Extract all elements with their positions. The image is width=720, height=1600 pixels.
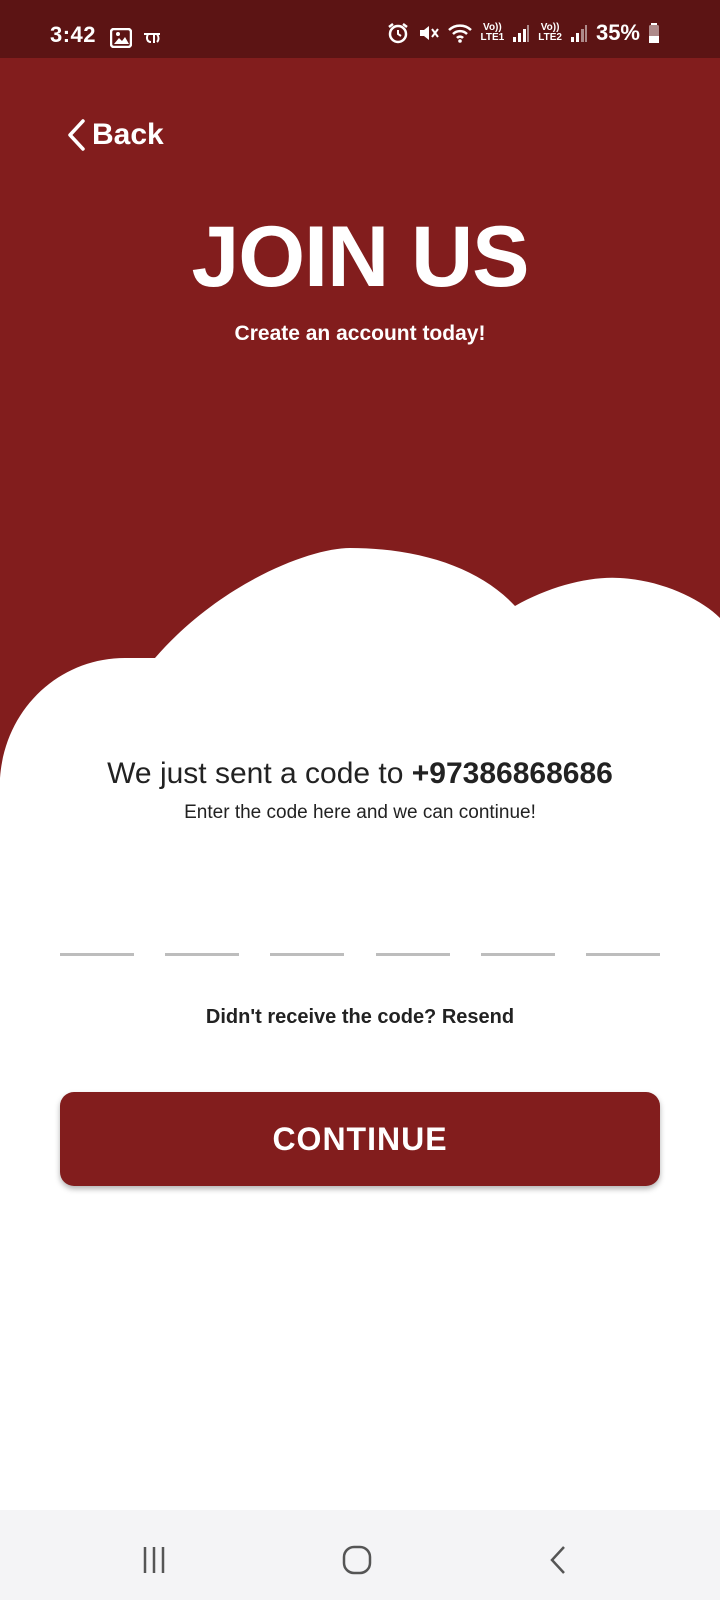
back-label: Back <box>92 118 164 151</box>
resend-row: Didn't receive the code? Resend <box>0 1006 720 1029</box>
system-nav-bar <box>0 1510 720 1600</box>
otp-digit-2[interactable] <box>165 903 240 956</box>
otp-digit-3[interactable] <box>270 903 345 956</box>
gallery-icon <box>110 28 132 48</box>
page-subtitle: Create an account today! <box>234 322 486 345</box>
resend-link[interactable]: Resend <box>442 1006 514 1028</box>
chevron-left-icon <box>68 119 85 151</box>
lte2-indicator: Vo)) LTE2 <box>538 22 562 43</box>
continue-button[interactable]: CONTINUE <box>60 1092 660 1186</box>
otp-input-group <box>60 903 660 956</box>
otp-digit-6[interactable] <box>585 903 660 956</box>
battery-percent: 35% <box>595 20 640 45</box>
signal-icon <box>570 25 587 42</box>
lte1-indicator: Vo)) LTE1 <box>480 22 505 43</box>
status-bar: 3:42 Vo)) LTE1 Vo)) LTE2 35% <box>0 0 720 58</box>
mute-icon <box>419 26 439 40</box>
resend-prompt: Didn't receive the code? <box>205 1006 442 1028</box>
header-banner <box>0 58 720 788</box>
status-time: 3:42 <box>50 22 97 47</box>
cloud-shape <box>0 548 720 788</box>
otp-digit-4[interactable] <box>375 903 450 956</box>
wifi-icon <box>447 24 472 43</box>
code-sent-heading: We just sent a code to +97386868686 <box>0 757 720 791</box>
otp-digit-5[interactable] <box>480 903 555 956</box>
home-icon <box>342 1545 372 1575</box>
recent-apps-icon <box>143 1547 165 1573</box>
app-notification-icon <box>144 33 160 43</box>
nav-back-button[interactable] <box>528 1540 588 1580</box>
otp-digit-1[interactable] <box>60 903 134 956</box>
home-button[interactable] <box>327 1540 387 1580</box>
signal-icon <box>513 25 530 42</box>
back-icon <box>550 1546 565 1574</box>
code-instructions: Enter the code here and we can continue! <box>184 802 536 823</box>
recent-apps-button[interactable] <box>124 1540 184 1580</box>
page-title: JOIN US <box>191 209 529 305</box>
alarm-icon <box>387 23 408 44</box>
code-sent-prefix: We just sent a code to <box>107 757 412 790</box>
battery-icon <box>649 23 659 43</box>
phone-number: +97386868686 <box>411 757 613 790</box>
back-button[interactable]: Back <box>66 118 164 152</box>
